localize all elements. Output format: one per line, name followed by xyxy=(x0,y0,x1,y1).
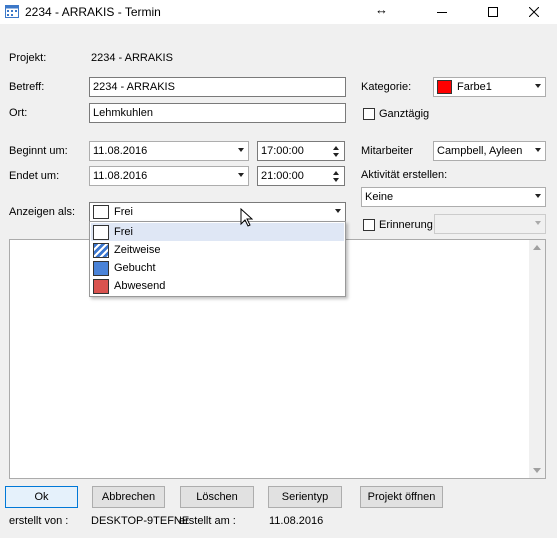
close-button[interactable] xyxy=(511,0,557,24)
erinnerung-label: Erinnerung xyxy=(379,219,433,231)
erstellt-am-label: erstellt am : xyxy=(179,515,236,527)
projekt-value: 2234 - ARRAKIS xyxy=(91,52,173,64)
ok-button[interactable]: Ok xyxy=(5,486,78,508)
chevron-down-icon xyxy=(535,84,541,88)
chevron-down-icon xyxy=(535,221,541,225)
erstellt-von-value: DESKTOP-9TEFNE xyxy=(91,515,190,527)
option-label: Abwesend xyxy=(114,280,166,292)
scroll-down-icon[interactable] xyxy=(533,468,541,473)
close-icon xyxy=(529,7,539,17)
betreff-input[interactable]: 2234 - ARRAKIS xyxy=(89,77,346,97)
scroll-up-icon[interactable] xyxy=(533,245,541,250)
projekt-label: Projekt: xyxy=(9,52,47,64)
betreff-label: Betreff: xyxy=(9,81,45,93)
title-bar: 2234 - ARRAKIS - Termin ↔ xyxy=(0,0,557,24)
notes-scrollbar[interactable] xyxy=(529,240,545,478)
gebucht-swatch xyxy=(93,260,109,276)
ende-time-input[interactable]: 21:00:00 xyxy=(257,166,345,186)
option-label: Frei xyxy=(114,226,133,238)
spin-stepper-icon[interactable] xyxy=(330,143,342,160)
anzeigen-value: Frei xyxy=(114,206,133,218)
option-label: Gebucht xyxy=(114,262,156,274)
mitarbeiter-label: Mitarbeiter xyxy=(361,145,413,157)
ganztaegig-label: Ganztägig xyxy=(379,108,430,120)
ende-time-value: 21:00:00 xyxy=(261,170,304,182)
chevron-down-icon xyxy=(238,173,244,177)
serientyp-button[interactable]: Serientyp xyxy=(268,486,342,508)
anzeigen-option-gebucht[interactable]: Gebucht xyxy=(91,259,344,277)
option-label: Zeitweise xyxy=(114,244,161,256)
ort-label: Ort: xyxy=(9,107,28,119)
projekt-oeffnen-button[interactable]: Projekt öffnen xyxy=(360,486,443,508)
zeitweise-hatched-swatch xyxy=(93,242,109,258)
mitarbeiter-select[interactable]: Campbell, Ayleen xyxy=(433,141,546,161)
aktivitaet-value: Keine xyxy=(365,191,394,203)
chevron-down-icon xyxy=(238,148,244,152)
anzeigen-option-frei[interactable]: Frei xyxy=(91,223,344,241)
aktivitaet-select[interactable]: Keine xyxy=(361,187,546,207)
kategorie-color-swatch xyxy=(437,80,452,94)
beginn-time-value: 17:00:00 xyxy=(261,145,304,157)
ende-date-picker[interactable]: 11.08.2016 xyxy=(89,166,249,186)
frei-swatch xyxy=(93,224,109,240)
minimize-button[interactable] xyxy=(419,0,465,24)
beginn-date-picker[interactable]: 11.08.2016 xyxy=(89,141,249,161)
anzeigen-dropdown-list: Frei Zeitweise Gebucht Abwesend xyxy=(89,221,346,297)
mitarbeiter-value: Campbell, Ayleen xyxy=(437,145,523,157)
window-title: 2234 - ARRAKIS - Termin xyxy=(25,5,161,19)
minimize-icon xyxy=(437,12,447,13)
abbrechen-button[interactable]: Abbrechen xyxy=(92,486,165,508)
spin-stepper-icon[interactable] xyxy=(330,168,342,185)
abwesend-swatch xyxy=(93,278,109,294)
chevron-down-icon xyxy=(535,194,541,198)
anzeigen-option-abwesend[interactable]: Abwesend xyxy=(91,277,344,295)
chevron-down-icon xyxy=(335,209,341,213)
anzeigen-option-zeitweise[interactable]: Zeitweise xyxy=(91,241,344,259)
resize-cursor-icon: ↔ xyxy=(375,2,388,17)
mouse-pointer-icon xyxy=(240,208,253,227)
beginn-time-input[interactable]: 17:00:00 xyxy=(257,141,345,161)
erinnerung-select[interactable] xyxy=(434,214,546,234)
maximize-icon xyxy=(488,7,498,17)
ganztaegig-checkbox[interactable] xyxy=(363,108,375,120)
ende-date-value: 11.08.2016 xyxy=(93,170,148,182)
frei-swatch xyxy=(93,205,109,219)
maximize-button[interactable] xyxy=(470,0,516,24)
ende-label: Endet um: xyxy=(9,170,60,182)
ort-input[interactable]: Lehmkuhlen xyxy=(89,103,346,123)
anzeigen-select[interactable]: Frei xyxy=(89,202,346,222)
kategorie-value: Farbe1 xyxy=(457,81,492,93)
beginn-label: Beginnt um: xyxy=(9,145,68,157)
beginn-date-value: 11.08.2016 xyxy=(93,145,148,157)
aktivitaet-label: Aktivität erstellen: xyxy=(361,169,448,181)
kategorie-label: Kategorie: xyxy=(361,81,412,93)
anzeigen-label: Anzeigen als: xyxy=(9,206,76,218)
erstellt-am-value: 11.08.2016 xyxy=(269,515,324,527)
kategorie-select[interactable]: Farbe1 xyxy=(433,77,546,97)
erinnerung-checkbox[interactable] xyxy=(363,219,375,231)
erstellt-von-label: erstellt von : xyxy=(9,515,69,527)
loeschen-button[interactable]: Löschen xyxy=(180,486,254,508)
calendar-icon xyxy=(5,5,19,18)
chevron-down-icon xyxy=(535,148,541,152)
